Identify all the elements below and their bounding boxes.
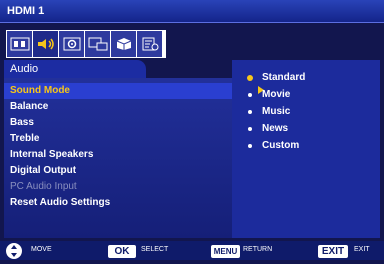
gear-icon: [63, 37, 80, 51]
pip-icon: [88, 37, 107, 51]
speaker-icon: [37, 38, 54, 50]
option-label: Custom: [262, 140, 300, 151]
radio-dot-icon: [248, 110, 252, 114]
clipboard-clock-icon: [142, 37, 158, 51]
menu-item-reset-audio-settings[interactable]: Reset Audio Settings: [10, 195, 224, 211]
option-label: News: [262, 123, 289, 134]
menu-item-internal-speakers[interactable]: Internal Speakers: [10, 147, 224, 163]
footer-hint-bar: MOVE OK SELECT MENU RETURN EXIT EXIT: [0, 241, 384, 260]
exit-hint: EXIT: [354, 246, 370, 253]
return-hint: RETURN: [243, 246, 273, 253]
dpad-icon: [6, 243, 22, 259]
info-tab[interactable]: [137, 31, 162, 57]
options-tab[interactable]: [111, 31, 136, 57]
setup-tab[interactable]: [59, 31, 84, 57]
radio-dot-icon: [248, 93, 252, 97]
ok-key[interactable]: OK: [108, 245, 136, 258]
picture-tab[interactable]: [7, 31, 32, 57]
pip-tab[interactable]: [85, 31, 110, 57]
menu-category-tabs: [6, 30, 166, 58]
panel-header: Audio: [4, 60, 146, 78]
picture-icon: [10, 37, 29, 51]
radio-dot-icon: [248, 127, 252, 131]
option-label: Standard: [262, 72, 306, 83]
selected-radio-icon: [248, 76, 252, 80]
title-bar: HDMI 1: [0, 0, 384, 23]
menu-item-sound-mode[interactable]: Sound Mode: [10, 83, 224, 99]
menu-item-balance[interactable]: Balance: [10, 99, 224, 115]
sound-mode-options-panel: [232, 60, 380, 238]
menu-key[interactable]: MENU: [211, 245, 240, 258]
audio-tab[interactable]: [33, 31, 58, 57]
menu-item-pc-audio-input: PC Audio Input: [10, 181, 77, 192]
window-title: HDMI 1: [7, 5, 45, 17]
radio-dot-icon: [248, 144, 252, 148]
exit-key[interactable]: EXIT: [318, 245, 348, 258]
option-label: Movie: [262, 89, 291, 100]
menu-item-digital-output[interactable]: Digital Output: [10, 163, 224, 179]
option-label: Music: [262, 106, 291, 117]
move-hint: MOVE: [31, 246, 52, 253]
cube-icon: [116, 38, 131, 50]
menu-item-bass[interactable]: Bass: [10, 115, 224, 131]
select-hint: SELECT: [141, 246, 169, 253]
menu-item-treble[interactable]: Treble: [10, 131, 224, 147]
panel-title: Audio: [10, 63, 39, 75]
